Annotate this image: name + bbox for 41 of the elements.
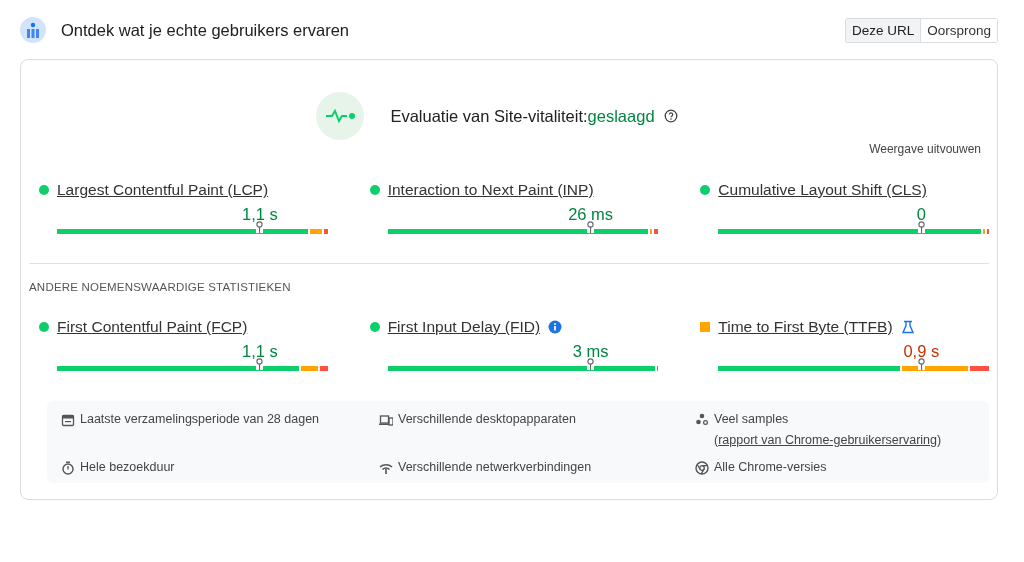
info-icon — [548, 320, 563, 334]
value-marker-icon — [587, 221, 595, 233]
metric-link[interactable]: Interaction to Next Paint (INP) — [387, 181, 594, 199]
info-text: Verschillende desktopapparaten — [398, 411, 576, 428]
expand-view-link[interactable]: Weergave uitvouwen — [869, 142, 981, 156]
chrome-icon — [695, 461, 709, 475]
stopwatch-icon — [61, 461, 75, 475]
laptop-phone-icon — [379, 413, 393, 427]
report-link[interactable]: rapport van Chrome-gebruikerservaring — [718, 433, 938, 447]
info-text: Alle Chrome-versies — [714, 459, 827, 476]
dots-icon — [695, 413, 709, 427]
metric-link[interactable]: Cumulative Layout Shift (CLS) — [718, 181, 927, 199]
metric-value: 0,9 s — [903, 342, 940, 361]
info-text: Veel samples (rapport van Chrome-gebruikerservaring) — [714, 411, 943, 449]
value-marker-icon — [256, 358, 264, 370]
help-icon — [663, 109, 678, 123]
info-text: Hele bezoekduur — [80, 459, 175, 476]
metric-link[interactable]: Time to First Byte (TTFB) — [718, 318, 893, 336]
metric-value: 0 — [916, 205, 926, 224]
metric-value: 1,1 s — [242, 342, 278, 361]
wifi-icon — [379, 461, 393, 475]
metric-link[interactable]: First Contentful Paint (FCP) — [57, 318, 248, 336]
assessment-result: geslaagd — [587, 106, 655, 126]
metric-value: 26 ms — [568, 205, 614, 224]
page-title: Ontdek wat je echte gebruikers ervaren — [61, 20, 350, 40]
metric-link[interactable]: Largest Contentful Paint (LCP) — [57, 181, 269, 199]
value-marker-icon — [587, 358, 595, 370]
value-marker-icon — [256, 221, 264, 233]
report-logo-icon — [20, 17, 46, 43]
info-text: Verschillende netwerkverbindingen — [398, 459, 592, 476]
metric-value: 1,1 s — [242, 205, 278, 224]
section-heading: ANDERE NOEMENSWAARDIGE STATISTIEKEN — [29, 281, 292, 293]
metric-link[interactable]: First Input Delay (FID) — [387, 318, 541, 336]
calendar-icon — [61, 413, 75, 427]
value-marker-icon — [917, 221, 925, 233]
toggle-button[interactable]: Deze URL — [845, 18, 922, 42]
flask-icon — [900, 320, 915, 334]
info-text: Laatste verzamelingsperiode van 28 dagen — [80, 411, 320, 428]
assessment-label: Evaluatie van Site-vitaliteit: — [390, 106, 588, 126]
value-marker-icon — [917, 358, 925, 370]
metric-value: 3 ms — [572, 342, 609, 361]
